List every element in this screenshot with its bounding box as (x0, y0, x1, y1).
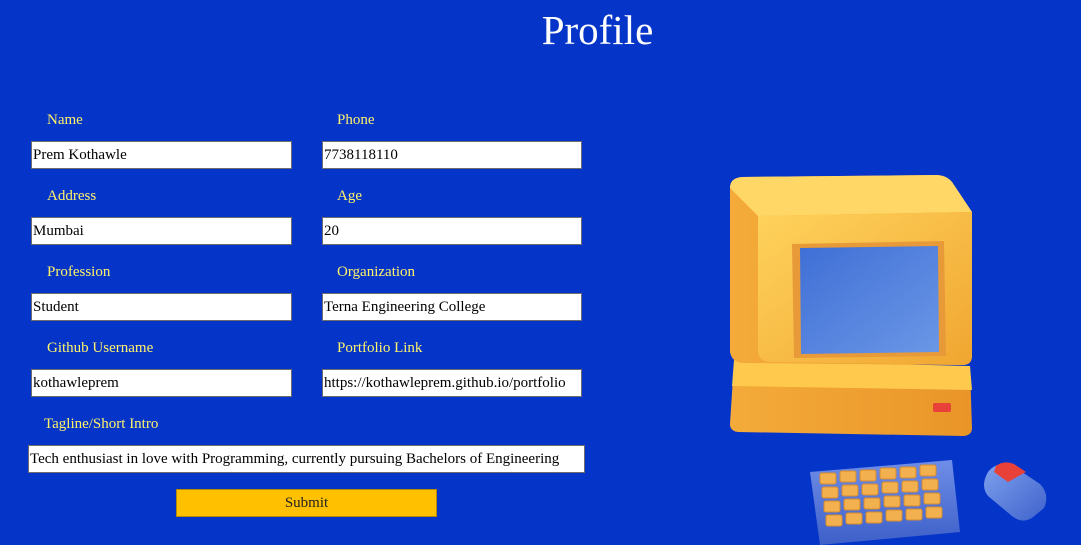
name-label: Name (47, 112, 83, 128)
age-label: Age (337, 188, 362, 204)
computer-monitor (730, 175, 972, 365)
tagline-field[interactable] (28, 445, 585, 473)
address-label: Address (47, 188, 97, 204)
profession-field[interactable] (31, 293, 292, 321)
submit-button[interactable]: Submit (176, 489, 437, 517)
age-field[interactable] (322, 217, 582, 245)
profile-page: Profile Name Phone Address Age Professio… (0, 0, 1081, 545)
name-field[interactable] (31, 141, 292, 169)
profession-label: Profession (47, 264, 111, 280)
portfolio-link-field[interactable] (322, 369, 582, 397)
github-username-field[interactable] (31, 369, 292, 397)
portfolio-link-label: Portfolio Link (337, 340, 423, 356)
organization-label: Organization (337, 264, 416, 280)
github-username-label: Github Username (47, 340, 154, 356)
organization-field[interactable] (322, 293, 582, 321)
mouse (984, 462, 1047, 521)
computer-base (730, 360, 972, 436)
keyboard (810, 460, 960, 545)
tagline-label: Tagline/Short Intro (44, 416, 159, 432)
power-button (933, 403, 951, 412)
page-title: Profile (541, 7, 654, 53)
phone-field[interactable] (322, 141, 582, 169)
address-field[interactable] (31, 217, 292, 245)
retro-computer-illustration (730, 175, 1047, 545)
phone-label: Phone (337, 112, 375, 128)
screen (800, 246, 939, 354)
